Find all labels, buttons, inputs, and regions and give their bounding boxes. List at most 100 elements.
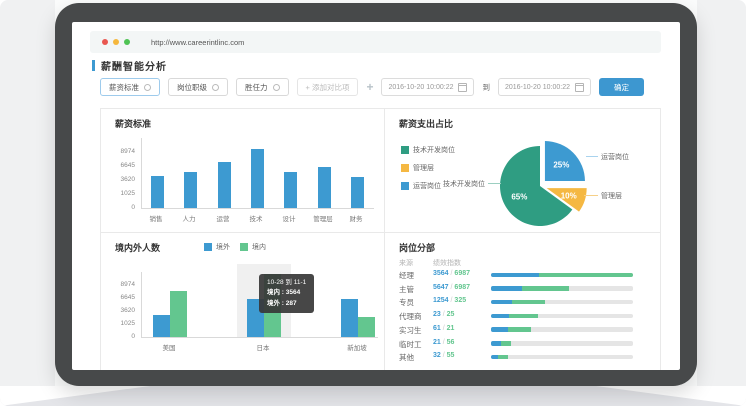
filter-chip-salary-standard[interactable]: 薪资标准 (100, 78, 160, 96)
y-axis-tick-label: 0 (103, 204, 135, 211)
row-source-label: 专员 (399, 297, 414, 308)
heading-accent-bar (92, 60, 95, 71)
row-source-label: 实习生 (399, 325, 422, 336)
legend-item-overseas[interactable]: 境外 (204, 242, 230, 252)
value-secondary: 55 (447, 352, 455, 359)
value-secondary: 6987 (454, 284, 470, 291)
row-index-values: 3564 / 6987 (433, 270, 470, 277)
backdrop-right (697, 0, 746, 386)
date-range-separator: 到 (482, 82, 490, 93)
bar-设计[interactable] (284, 172, 297, 208)
x-axis-label: 财务 (336, 213, 376, 223)
x-axis-label: 日本 (243, 342, 283, 352)
window-dot-green[interactable] (124, 39, 130, 45)
plus-icon[interactable]: + (366, 80, 373, 94)
x-axis-label: 美国 (149, 342, 189, 352)
y-axis-tick-label: 0 (103, 333, 135, 340)
bar-运营[interactable] (218, 162, 231, 208)
pie-callout-line (584, 195, 598, 196)
filter-chip-position-level[interactable]: 岗位职级 (168, 78, 228, 96)
bar-新加坡-境外[interactable] (341, 299, 358, 337)
progress-segment-green (539, 273, 633, 278)
browser-titlebar: http://www.careerintlinc.com (90, 31, 661, 53)
legend-item-domestic[interactable]: 境内 (240, 242, 266, 252)
row-progress-bar (491, 341, 633, 346)
progress-segment-green (512, 300, 545, 305)
calendar-icon (575, 83, 584, 92)
date-to-input[interactable]: 2016-10-20 10:00:22 (498, 78, 591, 96)
legend-item-tech[interactable]: 技术开发岗位 (401, 145, 455, 155)
backdrop-left (0, 0, 55, 386)
row-index-values: 61 / 21 (433, 325, 454, 332)
filter-chip-competency[interactable]: 胜任力 (236, 78, 289, 96)
row-progress-bar (491, 300, 633, 305)
panel-salary-expense-pie: 薪资支出占比 25%10%65% 技术开发岗位 管理层 运营岗位 (385, 109, 660, 233)
legend-swatch-icon (204, 243, 212, 251)
screen-content: http://www.careerintlinc.com 薪酬智能分析 薪资标准… (72, 22, 680, 370)
tooltip-overseas-value: 境外 : 287 (267, 299, 306, 309)
panel-position-distribution: 岗位分部 来源 绩效指数 经理3564 / 6987主管5647 / 6987专… (385, 233, 660, 370)
chip-label: 岗位职级 (177, 82, 207, 93)
filter-toolbar: 薪资标准 岗位职级 胜任力 + 添加对比项 + 2016-10-20 10:00… (100, 78, 644, 96)
progress-segment-blue (491, 286, 522, 291)
value-primary: 5647 (433, 284, 449, 291)
bar-美国-境外[interactable] (153, 315, 170, 337)
row-index-values: 23 / 25 (433, 311, 454, 318)
remove-chip-icon[interactable] (273, 84, 280, 91)
page-title: 薪酬智能分析 (101, 58, 167, 73)
legend-item-management[interactable]: 管理层 (401, 163, 455, 173)
legend-label: 管理层 (413, 163, 434, 173)
y-axis-tick-label: 6645 (103, 162, 135, 169)
progress-segment-green (509, 314, 537, 319)
tooltip-domestic-value: 境内 : 3564 (267, 288, 306, 298)
progress-segment-green (501, 341, 511, 346)
row-index-values: 1254 / 325 (433, 297, 466, 304)
panel-title: 境内外人数 (115, 241, 160, 254)
pie-callout-label-operations: 运营岗位 (601, 152, 629, 162)
row-source-label: 代理商 (399, 311, 422, 322)
laptop-mockup: http://www.careerintlinc.com 薪酬智能分析 薪资标准… (0, 0, 746, 406)
dashboard-grid: 薪资标准 01025362066458974销售人力运营技术设计管理层财务 薪资… (100, 108, 661, 370)
laptop-screen-bezel: http://www.careerintlinc.com 薪酬智能分析 薪资标准… (55, 3, 697, 386)
bar-技术[interactable] (251, 149, 264, 208)
confirm-button[interactable]: 确定 (599, 78, 644, 96)
remove-chip-icon[interactable] (212, 84, 219, 91)
y-axis-tick-label: 3620 (103, 307, 135, 314)
chip-label: 薪资标准 (109, 82, 139, 93)
row-progress-bar (491, 314, 633, 319)
progress-segment-green (522, 286, 569, 291)
bar-美国-境内[interactable] (170, 291, 187, 337)
value-secondary: 56 (447, 339, 455, 346)
row-progress-bar (491, 327, 633, 332)
value-secondary: 25 (447, 311, 455, 318)
bar-新加坡-境内[interactable] (358, 317, 375, 337)
add-compare-chip[interactable]: + 添加对比项 (297, 78, 359, 96)
bar-人力[interactable] (184, 172, 197, 208)
progress-segment-green (498, 355, 508, 360)
value-primary: 23 (433, 311, 441, 318)
remove-chip-icon[interactable] (144, 84, 151, 91)
window-dot-yellow[interactable] (113, 39, 119, 45)
window-dot-red[interactable] (102, 39, 108, 45)
progress-segment-blue (491, 355, 498, 360)
row-source-label: 其他 (399, 352, 414, 363)
value-primary: 32 (433, 352, 441, 359)
row-source-label: 经理 (399, 270, 414, 281)
address-bar-url[interactable]: http://www.careerintlinc.com (151, 38, 244, 47)
pie-callout-label-tech: 技术开发岗位 (385, 179, 485, 189)
bar-销售[interactable] (151, 176, 164, 208)
value-secondary: 6987 (454, 270, 470, 277)
row-index-values: 32 / 55 (433, 352, 454, 359)
value-primary: 1254 (433, 297, 449, 304)
column-header-index: 绩效指数 (433, 258, 461, 268)
bar-财务[interactable] (351, 177, 364, 208)
pie-callout-label-management: 管理层 (601, 191, 622, 201)
value-primary: 61 (433, 325, 441, 332)
row-index-values: 21 / 56 (433, 339, 454, 346)
legend-label: 境内 (252, 242, 266, 252)
row-source-label: 临时工 (399, 339, 422, 350)
row-source-label: 主管 (399, 284, 414, 295)
date-from-input[interactable]: 2016-10-20 10:00:22 (381, 78, 474, 96)
bar-管理层[interactable] (318, 167, 331, 208)
progress-segment-blue (491, 341, 501, 346)
